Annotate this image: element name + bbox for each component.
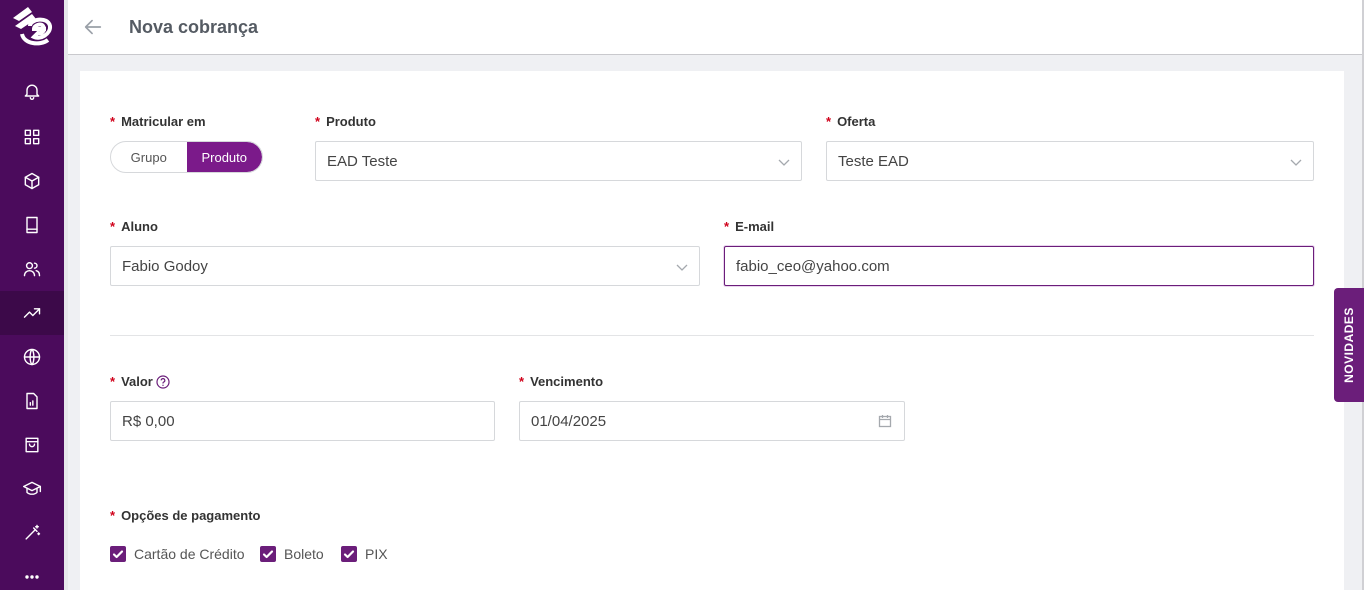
checkbox-cartao[interactable]: Cartão de Crédito <box>110 546 245 562</box>
matricular-toggle[interactable]: Grupo Produto <box>110 141 263 173</box>
required-asterisk: * <box>826 114 832 129</box>
graduation-cap-icon <box>22 481 42 495</box>
aluno-select[interactable]: Fabio Godoy <box>110 246 700 286</box>
checkbox-label: PIX <box>365 546 388 562</box>
box-icon <box>24 172 40 190</box>
page-header: Nova cobrança <box>68 0 1362 55</box>
novidades-label: NOVIDADES <box>1342 307 1356 383</box>
email-field[interactable]: fabio_ceo@yahoo.com <box>724 246 1314 286</box>
checkbox-label: Cartão de Crédito <box>134 546 245 562</box>
valor-value: R$ 0,00 <box>122 412 175 430</box>
nav-store[interactable] <box>0 423 64 467</box>
nav-more[interactable] <box>0 555 64 590</box>
nav-notifications[interactable] <box>0 69 64 113</box>
nav-courses[interactable] <box>0 203 64 247</box>
vencimento-field[interactable]: 01/04/2025 <box>519 401 905 441</box>
produto-select[interactable]: EAD Teste <box>315 141 802 181</box>
nav-sites[interactable] <box>0 335 64 379</box>
toggle-produto[interactable]: Produto <box>186 142 262 172</box>
checkmark-icon <box>341 546 357 562</box>
arrow-left-icon <box>84 19 102 35</box>
produto-value: EAD Teste <box>327 152 398 170</box>
shopping-bag-icon <box>25 437 39 453</box>
aluno-value: Fabio Godoy <box>122 257 208 275</box>
chevron-down-icon <box>778 155 790 167</box>
valor-field[interactable]: R$ 0,00 <box>110 401 495 441</box>
nav-reports[interactable] <box>0 379 64 423</box>
email-label: * E-mail <box>724 219 775 234</box>
sidebar-divider <box>64 0 68 590</box>
required-asterisk: * <box>315 114 321 129</box>
users-icon <box>23 262 41 277</box>
required-asterisk: * <box>519 374 525 389</box>
checkmark-icon <box>110 546 126 562</box>
section-divider <box>110 335 1314 336</box>
chevron-down-icon <box>676 260 688 272</box>
required-asterisk: * <box>110 114 116 129</box>
nav-products[interactable] <box>0 159 64 203</box>
pagamento-label: * Opções de pagamento <box>110 508 261 523</box>
required-asterisk: * <box>724 219 730 234</box>
sidebar <box>0 0 64 590</box>
help-circle-icon[interactable] <box>156 374 170 389</box>
bell-icon <box>24 84 40 100</box>
nav-academy[interactable] <box>0 467 64 511</box>
calendar-icon[interactable] <box>878 414 892 428</box>
page-title: Nova cobrança <box>129 17 259 37</box>
oferta-label: * Oferta <box>826 114 876 129</box>
magic-wand-icon <box>25 524 41 540</box>
nav-dashboard[interactable] <box>0 115 64 159</box>
produto-label: * Produto <box>315 114 376 129</box>
grid-icon <box>24 129 40 145</box>
valor-label: * Valor <box>110 374 170 389</box>
trending-up-icon <box>23 308 41 318</box>
oferta-value: Teste EAD <box>838 152 909 170</box>
email-value: fabio_ceo@yahoo.com <box>736 257 890 275</box>
toggle-grupo[interactable]: Grupo <box>111 142 187 172</box>
checkmark-icon <box>260 546 276 562</box>
required-asterisk: * <box>110 219 116 234</box>
oferta-select[interactable]: Teste EAD <box>826 141 1314 181</box>
matricular-label: * Matricular em <box>110 114 206 129</box>
checkbox-pix[interactable]: PIX <box>341 546 388 562</box>
aluno-label: * Aluno <box>110 219 158 234</box>
nav-students[interactable] <box>0 247 64 291</box>
more-icon <box>25 575 39 579</box>
required-asterisk: * <box>110 508 116 523</box>
novidades-tab[interactable]: NOVIDADES <box>1334 288 1364 402</box>
checkbox-label: Boleto <box>284 546 324 562</box>
required-asterisk: * <box>110 374 116 389</box>
checkbox-boleto[interactable]: Boleto <box>260 546 324 562</box>
nav-magic[interactable] <box>0 511 64 555</box>
back-button[interactable] <box>82 16 104 38</box>
report-icon <box>26 392 38 410</box>
book-icon <box>26 216 38 234</box>
nav-sales[interactable] <box>0 291 64 335</box>
vencimento-value: 01/04/2025 <box>531 412 607 430</box>
globe-icon <box>23 348 41 366</box>
vencimento-label: * Vencimento <box>519 374 604 389</box>
chevron-down-icon <box>1290 155 1302 167</box>
app-logo[interactable] <box>10 4 54 48</box>
